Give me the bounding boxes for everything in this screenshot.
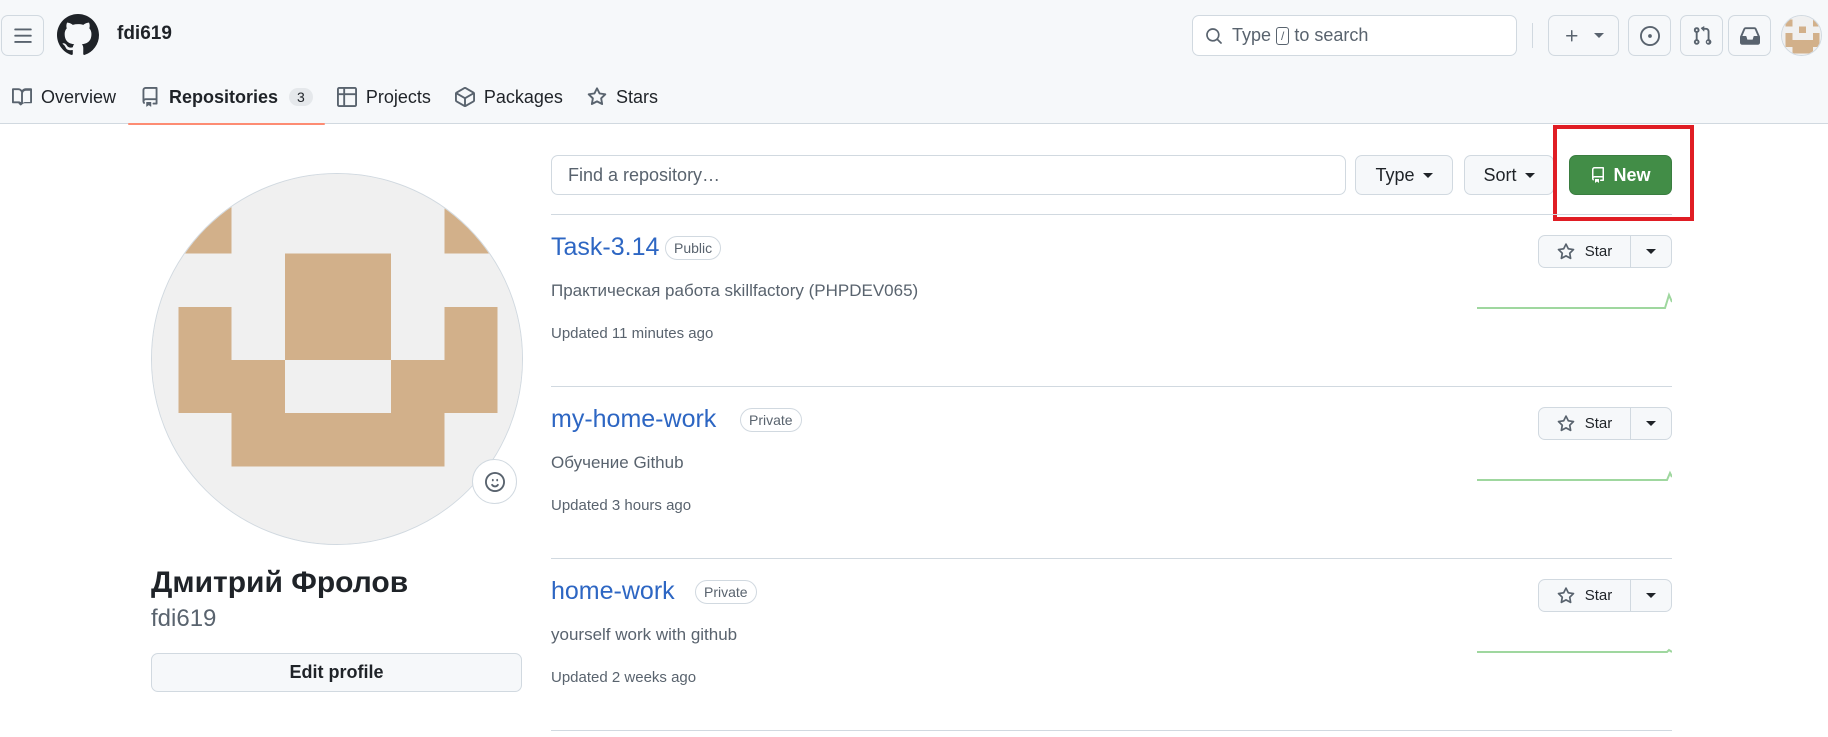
tab-repositories-label: Repositories <box>169 86 279 107</box>
repo-description: Обучение Github <box>551 453 684 472</box>
activity-sparkline <box>1477 470 1672 481</box>
star-button-group: Star <box>1538 235 1672 268</box>
header-avatar[interactable] <box>1781 15 1822 56</box>
sort-button[interactable]: Sort <box>1464 155 1554 195</box>
repo-name-link[interactable]: my-home-work <box>551 405 716 434</box>
top-header: fdi619 Type / to search Overview Reposit… <box>0 0 1828 125</box>
star-icon <box>1557 242 1575 259</box>
tab-overview[interactable]: Overview <box>0 70 128 124</box>
create-new-button[interactable] <box>1548 15 1619 56</box>
tab-overview-label: Overview <box>41 86 117 107</box>
global-search-input[interactable]: Type / to search <box>1192 15 1517 56</box>
package-icon <box>454 87 475 107</box>
repositories-count-badge: 3 <box>289 88 313 106</box>
repo-name-link[interactable]: Task-3.14 <box>551 233 659 262</box>
type-filter-button[interactable]: Type <box>1355 155 1453 195</box>
star-button[interactable]: Star <box>1539 408 1631 439</box>
sort-label: Sort <box>1483 164 1517 185</box>
repo-icon <box>142 87 158 107</box>
activity-sparkline <box>1477 648 1672 653</box>
caret-down-icon <box>1593 33 1604 38</box>
star-button[interactable]: Star <box>1539 580 1631 611</box>
caret-down-icon <box>1646 593 1656 598</box>
book-icon <box>12 88 32 106</box>
search-shortcut-key: / <box>1276 26 1290 45</box>
repo-description: yourself work with github <box>551 625 738 644</box>
visibility-badge: Private <box>695 580 757 604</box>
star-list-dropdown[interactable] <box>1631 408 1671 439</box>
repo-list-item: Task-3.14 Public Практическая работа ski… <box>551 215 1672 387</box>
repo-list-item: my-home-work Private Обучение Github Upd… <box>551 387 1672 559</box>
star-button-group: Star <box>1538 407 1672 440</box>
issues-button[interactable] <box>1628 15 1671 56</box>
hamburger-icon <box>13 28 32 43</box>
activity-sparkline <box>1477 292 1672 309</box>
repo-updated-time: Updated 3 hours ago <box>551 497 692 514</box>
set-status-button[interactable] <box>472 459 517 504</box>
header-divider <box>1532 23 1533 48</box>
hamburger-menu-button[interactable] <box>1 15 44 56</box>
caret-down-icon <box>1524 172 1535 178</box>
star-label: Star <box>1584 587 1613 604</box>
profile-full-name: Дмитрий Фролов <box>151 566 409 599</box>
type-filter-label: Type <box>1375 164 1415 185</box>
visibility-badge: Public <box>665 236 722 260</box>
repo-updated-time: Updated 11 minutes ago <box>551 325 714 342</box>
tab-projects-label: Projects <box>365 86 431 107</box>
profile-avatar[interactable] <box>151 173 523 545</box>
identicon-icon <box>152 174 522 544</box>
issue-opened-icon <box>1639 25 1660 46</box>
github-logo-icon[interactable] <box>57 14 99 56</box>
star-icon <box>1557 586 1575 603</box>
search-prefix-text: Type <box>1232 25 1272 45</box>
star-label: Star <box>1584 243 1613 260</box>
plus-icon <box>1565 29 1577 41</box>
git-pull-request-icon <box>1693 25 1711 45</box>
star-list-dropdown[interactable] <box>1631 580 1671 611</box>
tab-projects[interactable]: Projects <box>325 70 443 124</box>
edit-profile-button[interactable]: Edit profile <box>151 653 522 692</box>
tab-stars[interactable]: Stars <box>575 70 670 124</box>
table-icon <box>336 87 357 107</box>
search-icon <box>1206 27 1222 44</box>
repo-list-item: home-work Private yourself work with git… <box>551 559 1672 731</box>
search-suffix-text: to search <box>1294 25 1369 45</box>
inbox-icon <box>1739 26 1760 45</box>
header-username[interactable]: fdi619 <box>117 23 172 45</box>
tab-packages[interactable]: Packages <box>443 70 575 124</box>
pull-requests-button[interactable] <box>1680 15 1723 56</box>
star-icon <box>1557 414 1575 431</box>
inbox-button[interactable] <box>1728 15 1771 56</box>
annotation-highlight-box <box>1553 125 1694 221</box>
repo-updated-time: Updated 2 weeks ago <box>551 669 697 686</box>
star-label: Star <box>1584 415 1613 432</box>
profile-login: fdi619 <box>151 605 217 632</box>
repo-description: Практическая работа skillfactory (PHPDEV… <box>551 281 919 300</box>
caret-down-icon <box>1422 172 1433 178</box>
find-repository-input[interactable]: Find a repository… <box>551 155 1346 195</box>
repo-name-link[interactable]: home-work <box>551 577 675 606</box>
caret-down-icon <box>1646 249 1656 254</box>
identicon-icon <box>1782 16 1821 55</box>
caret-down-icon <box>1646 421 1656 426</box>
star-icon <box>587 87 607 106</box>
star-list-dropdown[interactable] <box>1631 236 1671 267</box>
tab-repositories[interactable]: Repositories 3 <box>128 70 325 125</box>
star-button-group: Star <box>1538 579 1672 612</box>
tab-stars-label: Stars <box>615 86 658 107</box>
star-button[interactable]: Star <box>1539 236 1631 267</box>
tab-packages-label: Packages <box>483 86 563 107</box>
profile-tabs: Overview Repositories 3 Projects Package… <box>0 70 670 125</box>
list-divider <box>551 730 1672 731</box>
visibility-badge: Private <box>740 408 802 432</box>
smiley-icon <box>484 471 505 492</box>
